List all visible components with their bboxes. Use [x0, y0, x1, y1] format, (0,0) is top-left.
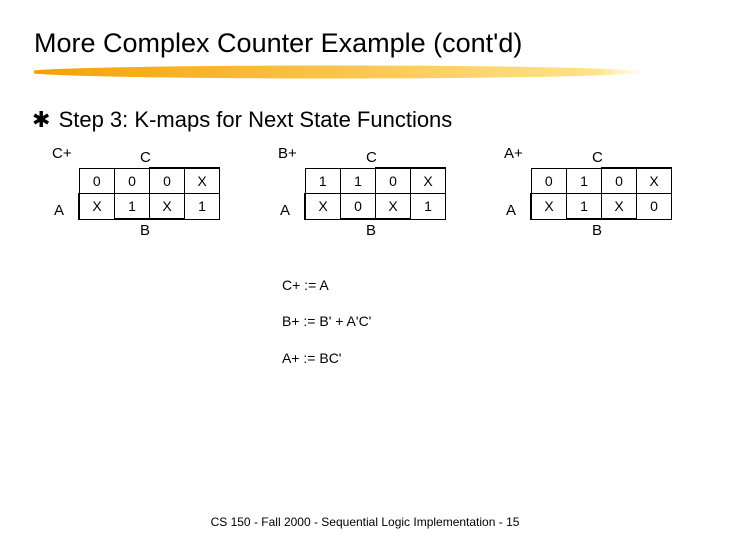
equation-c: C+ := A [282, 267, 730, 303]
kmap-cell: 1 [567, 168, 602, 194]
kmap-table: 0 1 0 X X 1 X 0 [530, 167, 672, 220]
kmap-cell: 0 [115, 168, 150, 194]
kmap-bottom-label: B [366, 222, 376, 239]
kmap-cell: X [411, 168, 446, 194]
kmap-top-label: C [592, 149, 603, 166]
kmap-cell: 0 [79, 168, 115, 194]
equations-block: C+ := A B+ := B' + A'C' A+ := BC' [0, 267, 730, 376]
kmap-cell: X [531, 194, 567, 220]
bullet-text: Step 3: K-maps for Next State Functions [59, 107, 453, 132]
kmap-cell: 0 [531, 168, 567, 194]
kmap-owner-label: B+ [278, 145, 297, 162]
kmap-bottom-label: B [592, 222, 602, 239]
kmap-top-label: C [140, 149, 151, 166]
kmap-cell: 1 [411, 194, 446, 220]
kmap-table: 1 1 0 X X 0 X 1 [304, 167, 446, 220]
kmap-cell: 1 [567, 194, 602, 220]
kmap-cell: X [637, 168, 672, 194]
kmap-cell: X [79, 194, 115, 220]
kmap-left-label: A [506, 202, 516, 219]
bullet-icon: ✱ [32, 107, 50, 132]
kmap-cell: X [305, 194, 341, 220]
step-bullet: ✱ Step 3: K-maps for Next State Function… [32, 107, 730, 133]
kmap-top-label: C [366, 149, 377, 166]
kmap-cell: X [376, 194, 411, 220]
kmap-table: 0 0 0 X X 1 X 1 [78, 167, 220, 220]
kmap-cell: 1 [185, 194, 220, 220]
kmap-cell: 1 [115, 194, 150, 220]
slide-footer: CS 150 - Fall 2000 - Sequential Logic Im… [0, 515, 730, 529]
kmap-cell: X [150, 194, 185, 220]
kmap-cell: 0 [150, 168, 185, 194]
kmap-cell: 1 [305, 168, 341, 194]
kmap-cell: 0 [602, 168, 637, 194]
equation-b: B+ := B' + A'C' [282, 303, 730, 339]
title-underline [34, 65, 644, 79]
kmap-left-label: A [54, 202, 64, 219]
kmap-owner-label: C+ [52, 145, 72, 162]
kmap-cell: 1 [341, 168, 376, 194]
kmap-cell: 0 [341, 194, 376, 220]
kmap-owner-label: A+ [504, 145, 523, 162]
kmap-cell: 0 [637, 194, 672, 220]
equation-a: A+ := BC' [282, 340, 730, 376]
page-title: More Complex Counter Example (cont'd) [0, 0, 730, 63]
kmap-cell: X [602, 194, 637, 220]
kmap-cell: X [185, 168, 220, 194]
kmap-cell: 0 [376, 168, 411, 194]
kmap-bottom-label: B [140, 222, 150, 239]
kmap-left-label: A [280, 202, 290, 219]
